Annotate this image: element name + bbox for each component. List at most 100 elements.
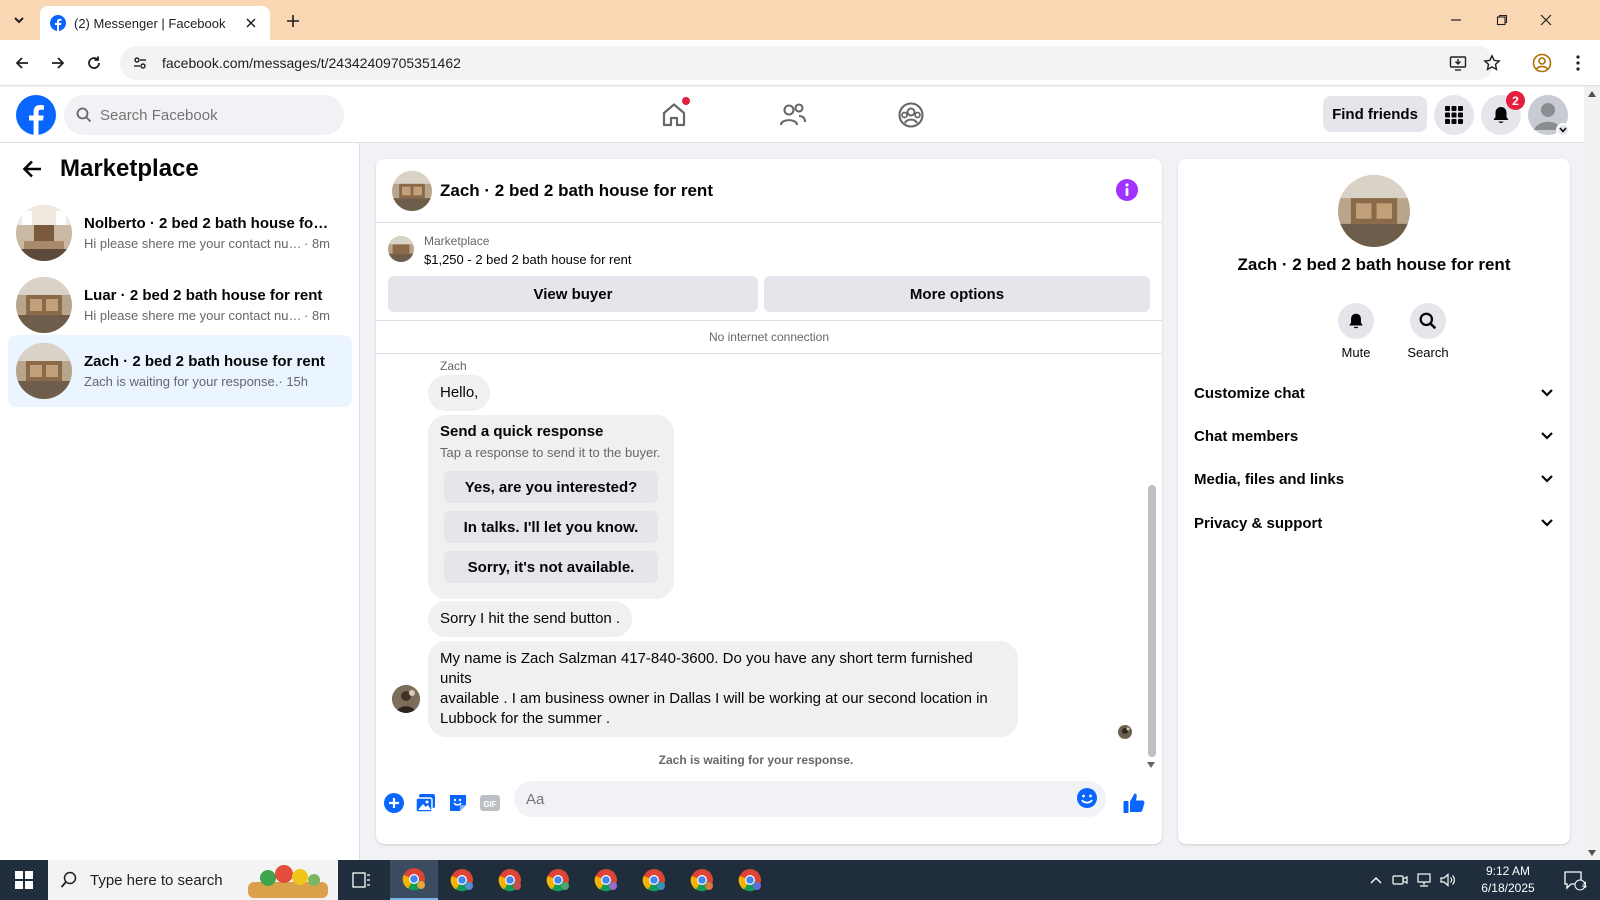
taskbar-chrome-app[interactable] bbox=[486, 860, 534, 900]
find-friends-button[interactable]: Find friends bbox=[1323, 96, 1427, 132]
gif-icon[interactable]: GIF bbox=[478, 791, 502, 815]
listing-title[interactable]: $1,250 - 2 bed 2 bath house for rent bbox=[424, 252, 631, 267]
chat-members-row[interactable]: Chat members bbox=[1194, 416, 1554, 456]
customize-chat-row[interactable]: Customize chat bbox=[1194, 373, 1554, 413]
scroll-down-icon[interactable] bbox=[1588, 850, 1596, 856]
taskbar-chrome-app[interactable] bbox=[630, 860, 678, 900]
more-options-button[interactable]: More options bbox=[764, 276, 1150, 312]
conversation-item[interactable]: Luar · 2 bed 2 bath house for rent Hi pl… bbox=[8, 269, 352, 341]
close-tab-icon[interactable] bbox=[242, 14, 260, 32]
taskbar-search-box[interactable]: Type here to search bbox=[48, 860, 338, 900]
scroll-up-icon[interactable] bbox=[1588, 91, 1596, 97]
taskbar-chrome-app[interactable] bbox=[582, 860, 630, 900]
profile-icon[interactable] bbox=[1530, 51, 1554, 75]
page-scrollbar[interactable] bbox=[1584, 87, 1600, 860]
groups-nav[interactable] bbox=[893, 97, 929, 133]
info-icon[interactable] bbox=[1116, 179, 1138, 201]
forward-arrow-icon[interactable] bbox=[46, 51, 70, 75]
listing-thumbnail bbox=[16, 277, 72, 333]
install-app-icon[interactable] bbox=[1446, 51, 1470, 75]
conversation-item[interactable]: Nolberto · 2 bed 2 bath house for ... Hi… bbox=[8, 197, 352, 269]
tab-search-button[interactable] bbox=[6, 8, 32, 32]
message-bubble-long[interactable]: My name is Zach Salzman 417-840-3600. Do… bbox=[428, 641, 1018, 737]
privacy-support-row[interactable]: Privacy & support bbox=[1194, 503, 1554, 543]
message-line: available . I am business owner in Dalla… bbox=[440, 690, 988, 707]
photo-icon[interactable] bbox=[414, 791, 438, 815]
close-window-icon[interactable] bbox=[1534, 8, 1558, 32]
new-tab-plus-icon[interactable] bbox=[282, 10, 304, 32]
quick-response-option[interactable]: Sorry, it's not available. bbox=[444, 551, 658, 583]
conversation-snippet: Zach is waiting for your response. bbox=[84, 374, 279, 389]
restore-icon[interactable] bbox=[1490, 8, 1514, 32]
reload-icon[interactable] bbox=[82, 51, 106, 75]
scroll-down-icon[interactable] bbox=[1146, 761, 1156, 769]
chevron-down-icon bbox=[1541, 519, 1553, 527]
conversation-name: Zach · 2 bed 2 bath house for rent bbox=[84, 353, 325, 370]
conversation-item-selected[interactable]: Zach · 2 bed 2 bath house for rent Zach … bbox=[8, 335, 352, 407]
chat-title[interactable]: Zach · 2 bed 2 bath house for rent bbox=[440, 181, 713, 201]
message-bubble[interactable]: Hello, bbox=[428, 375, 491, 411]
quick-response-option[interactable]: Yes, are you interested? bbox=[444, 471, 658, 503]
message-composer: GIF bbox=[376, 777, 1162, 833]
menu-button[interactable] bbox=[1434, 95, 1474, 135]
facebook-search-box[interactable] bbox=[64, 95, 344, 135]
taskbar-chrome-app[interactable] bbox=[390, 860, 438, 900]
volume-icon[interactable] bbox=[1438, 860, 1458, 900]
account-avatar[interactable] bbox=[1528, 95, 1570, 137]
minimize-icon[interactable] bbox=[1444, 8, 1468, 32]
facebook-logo-icon[interactable] bbox=[16, 95, 56, 135]
home-nav[interactable] bbox=[656, 97, 692, 133]
browser-menu-icon[interactable] bbox=[1566, 51, 1590, 75]
search-icon bbox=[60, 871, 77, 888]
listing-thumbnail[interactable] bbox=[388, 236, 414, 262]
thumbs-up-icon[interactable] bbox=[1122, 791, 1146, 815]
network-icon[interactable] bbox=[1414, 860, 1434, 900]
message-input[interactable] bbox=[526, 790, 1046, 808]
taskbar-chrome-app[interactable] bbox=[534, 860, 582, 900]
quick-response-option[interactable]: In talks. I'll let you know. bbox=[444, 511, 658, 543]
system-clock[interactable]: 9:12 AM 6/18/2025 bbox=[1468, 863, 1548, 897]
notifications-button[interactable]: 2 bbox=[1481, 91, 1525, 135]
marketplace-chat-list: Marketplace Nolberto · 2 bed 2 bath hous… bbox=[0, 143, 360, 860]
sender-name: Zach bbox=[440, 359, 467, 373]
url-field[interactable]: facebook.com/messages/t/2434240970535146… bbox=[120, 46, 1494, 80]
taskbar-chrome-app[interactable] bbox=[726, 860, 774, 900]
thread-scrollbar[interactable] bbox=[1148, 485, 1156, 757]
apps-grid-icon bbox=[1445, 106, 1463, 124]
emoji-icon[interactable] bbox=[1076, 787, 1098, 809]
friends-nav[interactable] bbox=[775, 97, 811, 133]
chrome-icon bbox=[594, 869, 617, 892]
mute-button[interactable]: Mute bbox=[1326, 303, 1386, 360]
sender-avatar[interactable] bbox=[392, 685, 420, 713]
friends-icon bbox=[779, 103, 807, 126]
browser-tab[interactable]: (2) Messenger | Facebook bbox=[40, 6, 270, 40]
bookmark-star-icon[interactable] bbox=[1480, 51, 1504, 75]
site-settings-icon[interactable] bbox=[130, 53, 150, 73]
waiting-status: Zach is waiting for your response. bbox=[658, 753, 854, 767]
media-files-links-row[interactable]: Media, files and links bbox=[1194, 459, 1554, 499]
back-arrow-icon[interactable] bbox=[10, 51, 34, 75]
taskbar-chrome-app[interactable] bbox=[678, 860, 726, 900]
windows-start-icon[interactable] bbox=[0, 860, 48, 900]
sticker-icon[interactable] bbox=[446, 791, 470, 815]
chrome-icon bbox=[546, 869, 569, 892]
conversation-details-panel: Zach · 2 bed 2 bath house for rent Mute … bbox=[1178, 159, 1570, 844]
message-bubble[interactable]: Sorry I hit the send button . bbox=[428, 601, 633, 637]
back-arrow-icon[interactable] bbox=[16, 153, 48, 185]
chat-window: Zach · 2 bed 2 bath house for rent Marke… bbox=[376, 159, 1162, 844]
meet-now-icon[interactable] bbox=[1390, 860, 1410, 900]
view-buyer-button[interactable]: View buyer bbox=[388, 276, 758, 312]
message-input-box[interactable] bbox=[514, 781, 1106, 817]
task-view-icon[interactable] bbox=[338, 860, 386, 900]
chevron-down-icon bbox=[1541, 432, 1553, 440]
chat-thumbnail[interactable] bbox=[392, 170, 432, 211]
facebook-search-input[interactable] bbox=[100, 106, 320, 124]
search-in-chat-button[interactable]: Search bbox=[1398, 303, 1458, 360]
taskbar-chrome-app[interactable] bbox=[438, 860, 486, 900]
show-hidden-icons-icon[interactable] bbox=[1368, 860, 1384, 900]
action-center-icon[interactable]: 4 bbox=[1552, 860, 1596, 900]
add-actions-icon[interactable] bbox=[382, 791, 406, 815]
clock-time: 9:12 AM bbox=[1485, 864, 1531, 878]
listing-photo[interactable] bbox=[1338, 175, 1410, 247]
section-label: Chat members bbox=[1194, 427, 1299, 445]
